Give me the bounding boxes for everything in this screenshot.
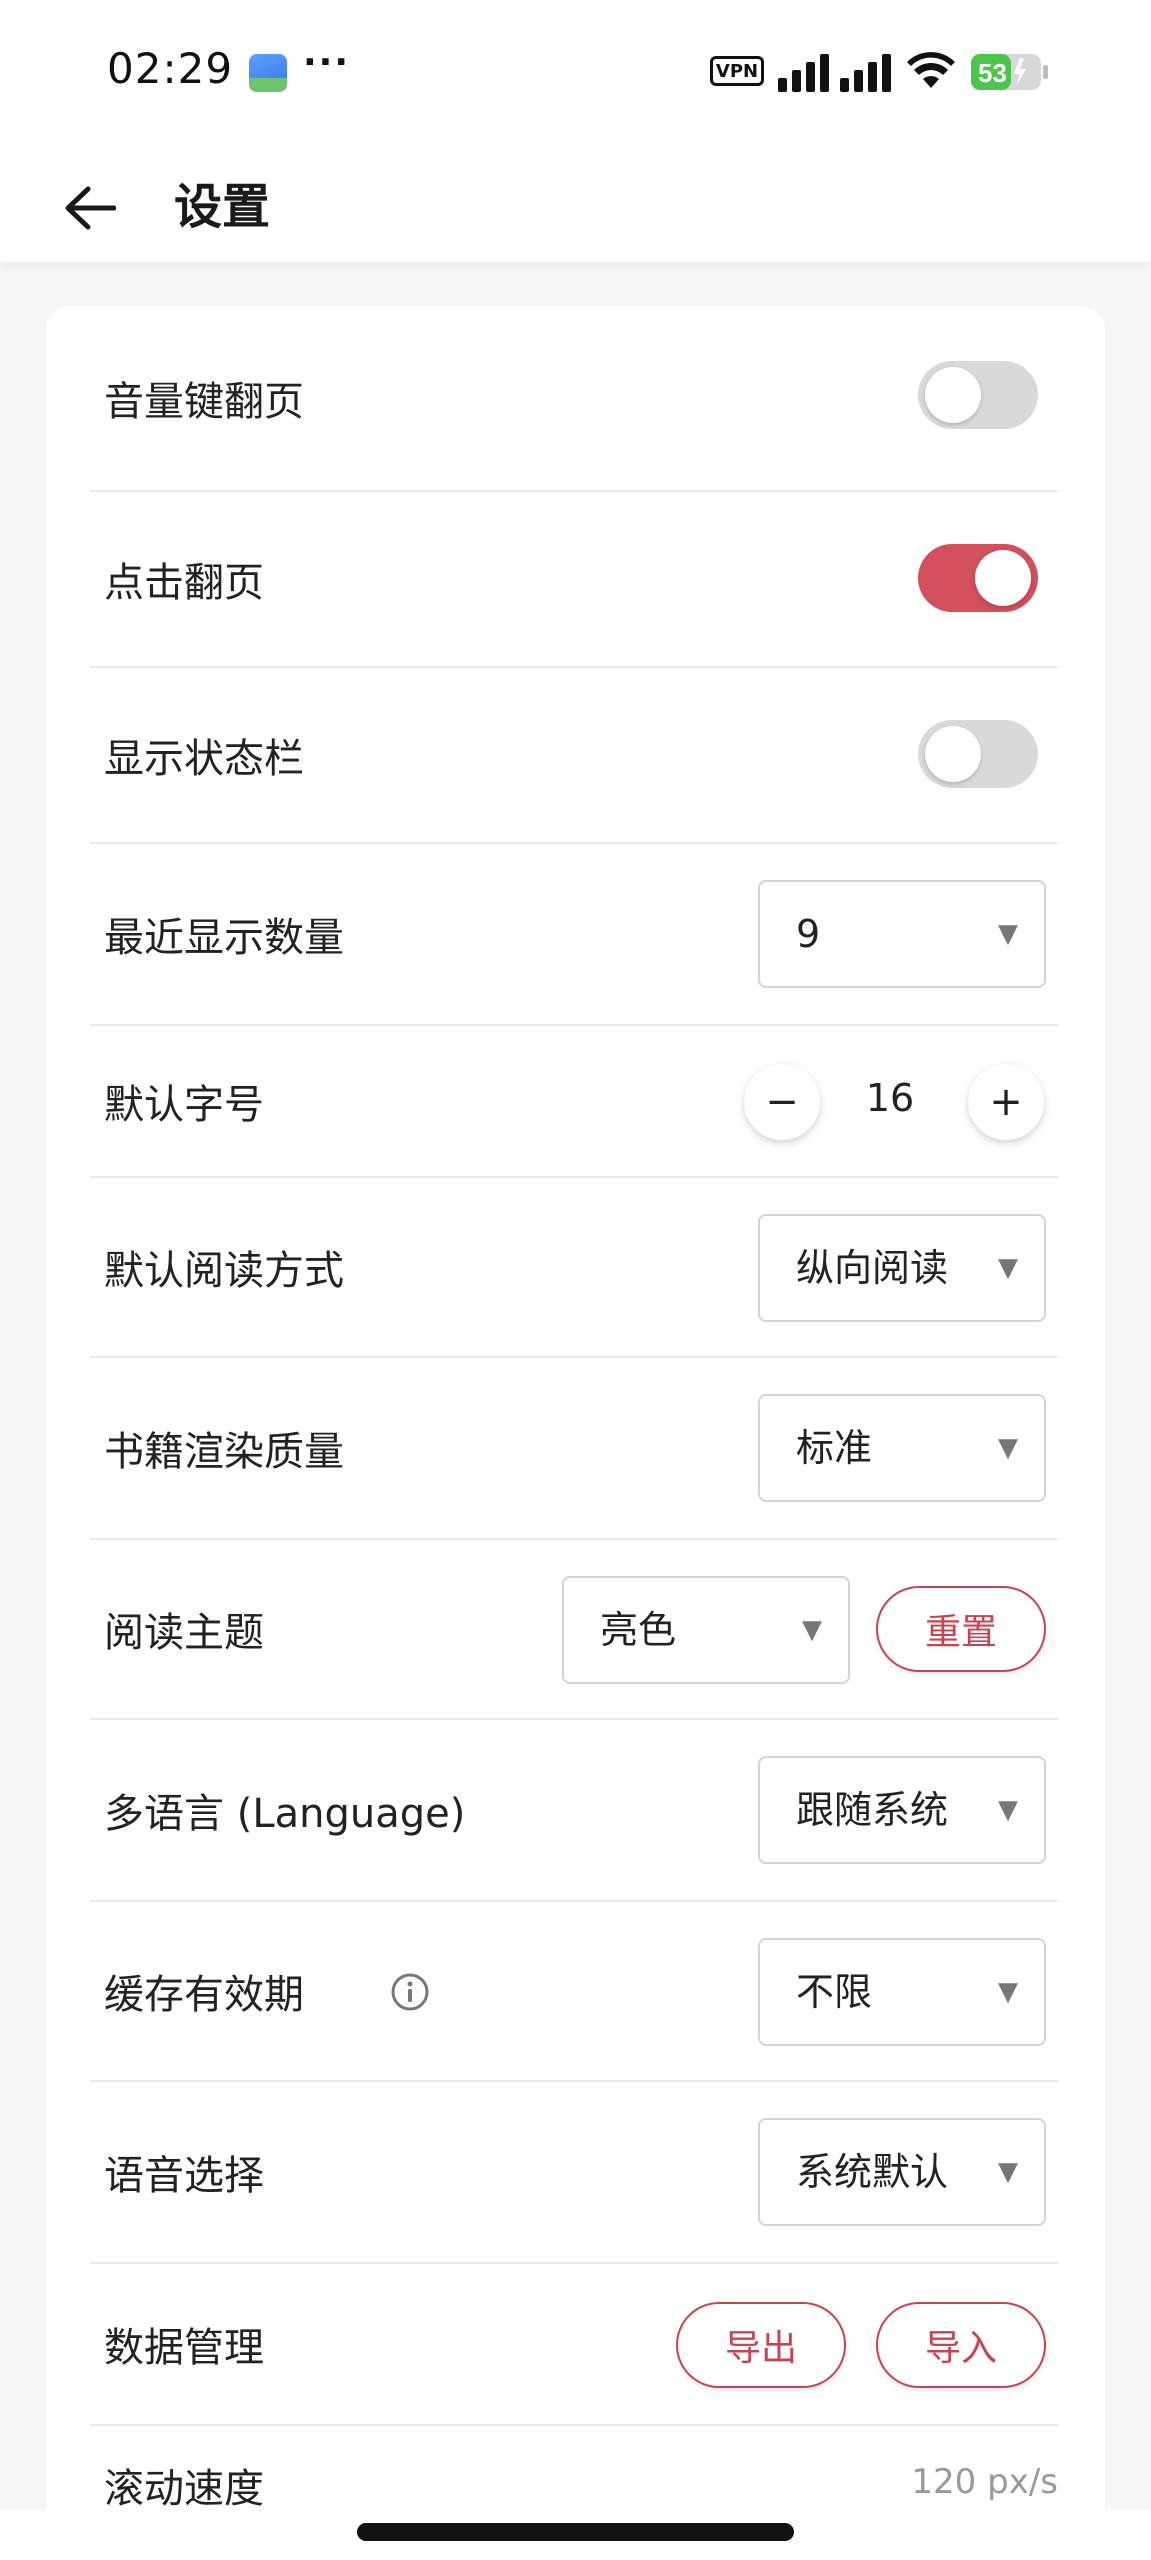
setting-label: 阅读主题	[104, 1610, 264, 1656]
import-button[interactable]: 导入	[876, 2302, 1046, 2388]
select-value: 系统默认	[796, 2150, 949, 2194]
dropdown-arrow-icon: ▼	[802, 1615, 822, 1645]
app-notification-icon	[249, 54, 287, 92]
dropdown-arrow-icon: ▼	[998, 1977, 1018, 2007]
setting-label: 最近显示数量	[104, 915, 344, 961]
setting-row-show-status-bar: 显示状态栏	[90, 668, 1058, 844]
setting-row-read-theme: 阅读主题 亮色 ▼ 重置	[90, 1540, 1058, 1720]
setting-label: 书籍渲染质量	[104, 1429, 344, 1475]
voice-select[interactable]: 系统默认 ▼	[758, 2118, 1046, 2226]
recent-count-select[interactable]: 9 ▼	[758, 880, 1046, 988]
wifi-icon	[907, 52, 955, 88]
minus-icon: −	[765, 1079, 799, 1125]
setting-row-recent-count: 最近显示数量 9 ▼	[90, 844, 1058, 1026]
select-value: 跟随系统	[796, 1788, 949, 1832]
cellular-signal-icon	[778, 52, 891, 92]
increase-font-button[interactable]: +	[968, 1064, 1044, 1140]
setting-row-volume-key-page: 音量键翻页	[90, 306, 1058, 492]
export-button[interactable]: 导出	[676, 2302, 846, 2388]
volume-key-page-toggle[interactable]	[918, 361, 1038, 429]
setting-row-cache-expiry: 缓存有效期 不限 ▼	[90, 1902, 1058, 2082]
select-value: 亮色	[600, 1608, 677, 1652]
setting-label: 音量键翻页	[104, 379, 304, 425]
render-quality-select[interactable]: 标准 ▼	[758, 1394, 1046, 1502]
setting-row-render-quality: 书籍渲染质量 标准 ▼	[90, 1358, 1058, 1540]
setting-row-default-read-mode: 默认阅读方式 纵向阅读 ▼	[90, 1178, 1058, 1358]
battery-level: 53	[978, 58, 1007, 88]
setting-label: 缓存有效期	[104, 1972, 304, 2018]
home-indicator[interactable]	[357, 2523, 794, 2541]
dropdown-arrow-icon: ▼	[998, 1795, 1018, 1825]
setting-label: 数据管理	[104, 2325, 264, 2371]
dropdown-arrow-icon: ▼	[998, 1433, 1018, 1463]
battery-icon: 53	[971, 54, 1048, 90]
setting-row-data-management: 数据管理 导出 导入	[90, 2264, 1058, 2426]
dropdown-arrow-icon: ▼	[998, 919, 1018, 949]
dropdown-arrow-icon: ▼	[998, 1253, 1018, 1283]
setting-label: 点击翻页	[104, 560, 264, 606]
setting-row-tap-page: 点击翻页	[90, 492, 1058, 668]
settings-page: 02:29 ··· VPN 53 设置 音量键翻页 点击翻页 显示状态栏 最近显…	[0, 0, 1151, 2560]
show-status-bar-toggle[interactable]	[918, 720, 1038, 788]
font-size-value: 16	[865, 1076, 915, 1120]
status-time: 02:29	[107, 44, 234, 93]
setting-label: 滚动速度	[104, 2466, 264, 2512]
setting-row-default-font-size: 默认字号 − 16 +	[90, 1026, 1058, 1178]
reset-theme-button[interactable]: 重置	[876, 1586, 1046, 1672]
vpn-icon: VPN	[710, 56, 764, 86]
scroll-speed-value: 120 px/s	[911, 2462, 1058, 2502]
more-notifications-icon: ···	[303, 42, 351, 83]
setting-label: 默认阅读方式	[104, 1248, 344, 1294]
language-select[interactable]: 跟随系统 ▼	[758, 1756, 1046, 1864]
info-icon[interactable]	[390, 1972, 430, 2012]
settings-card: 音量键翻页 点击翻页 显示状态栏 最近显示数量 9 ▼ 默认字号 − 16 + …	[46, 306, 1105, 2560]
read-mode-select[interactable]: 纵向阅读 ▼	[758, 1214, 1046, 1322]
select-value: 不限	[796, 1970, 873, 2014]
cache-expiry-select[interactable]: 不限 ▼	[758, 1938, 1046, 2046]
tap-page-toggle[interactable]	[918, 544, 1038, 612]
dropdown-arrow-icon: ▼	[998, 2157, 1018, 2187]
read-theme-select[interactable]: 亮色 ▼	[562, 1576, 850, 1684]
page-title: 设置	[174, 179, 271, 235]
setting-label: 默认字号	[104, 1082, 264, 1128]
setting-label: 语音选择	[104, 2153, 264, 2199]
plus-icon: +	[989, 1079, 1023, 1125]
setting-row-language: 多语言 (Language) 跟随系统 ▼	[90, 1720, 1058, 1902]
setting-row-voice: 语音选择 系统默认 ▼	[90, 2082, 1058, 2264]
select-value: 标准	[796, 1426, 873, 1470]
setting-label: 多语言 (Language)	[104, 1791, 466, 1837]
setting-label: 显示状态栏	[104, 736, 304, 782]
arrow-left-icon	[65, 186, 116, 230]
back-button[interactable]	[50, 168, 130, 248]
decrease-font-button[interactable]: −	[744, 1064, 820, 1140]
select-value: 9	[796, 912, 821, 956]
app-header: 设置	[0, 150, 1151, 262]
select-value: 纵向阅读	[796, 1246, 949, 1290]
status-bar: 02:29 ··· VPN 53	[0, 0, 1151, 150]
